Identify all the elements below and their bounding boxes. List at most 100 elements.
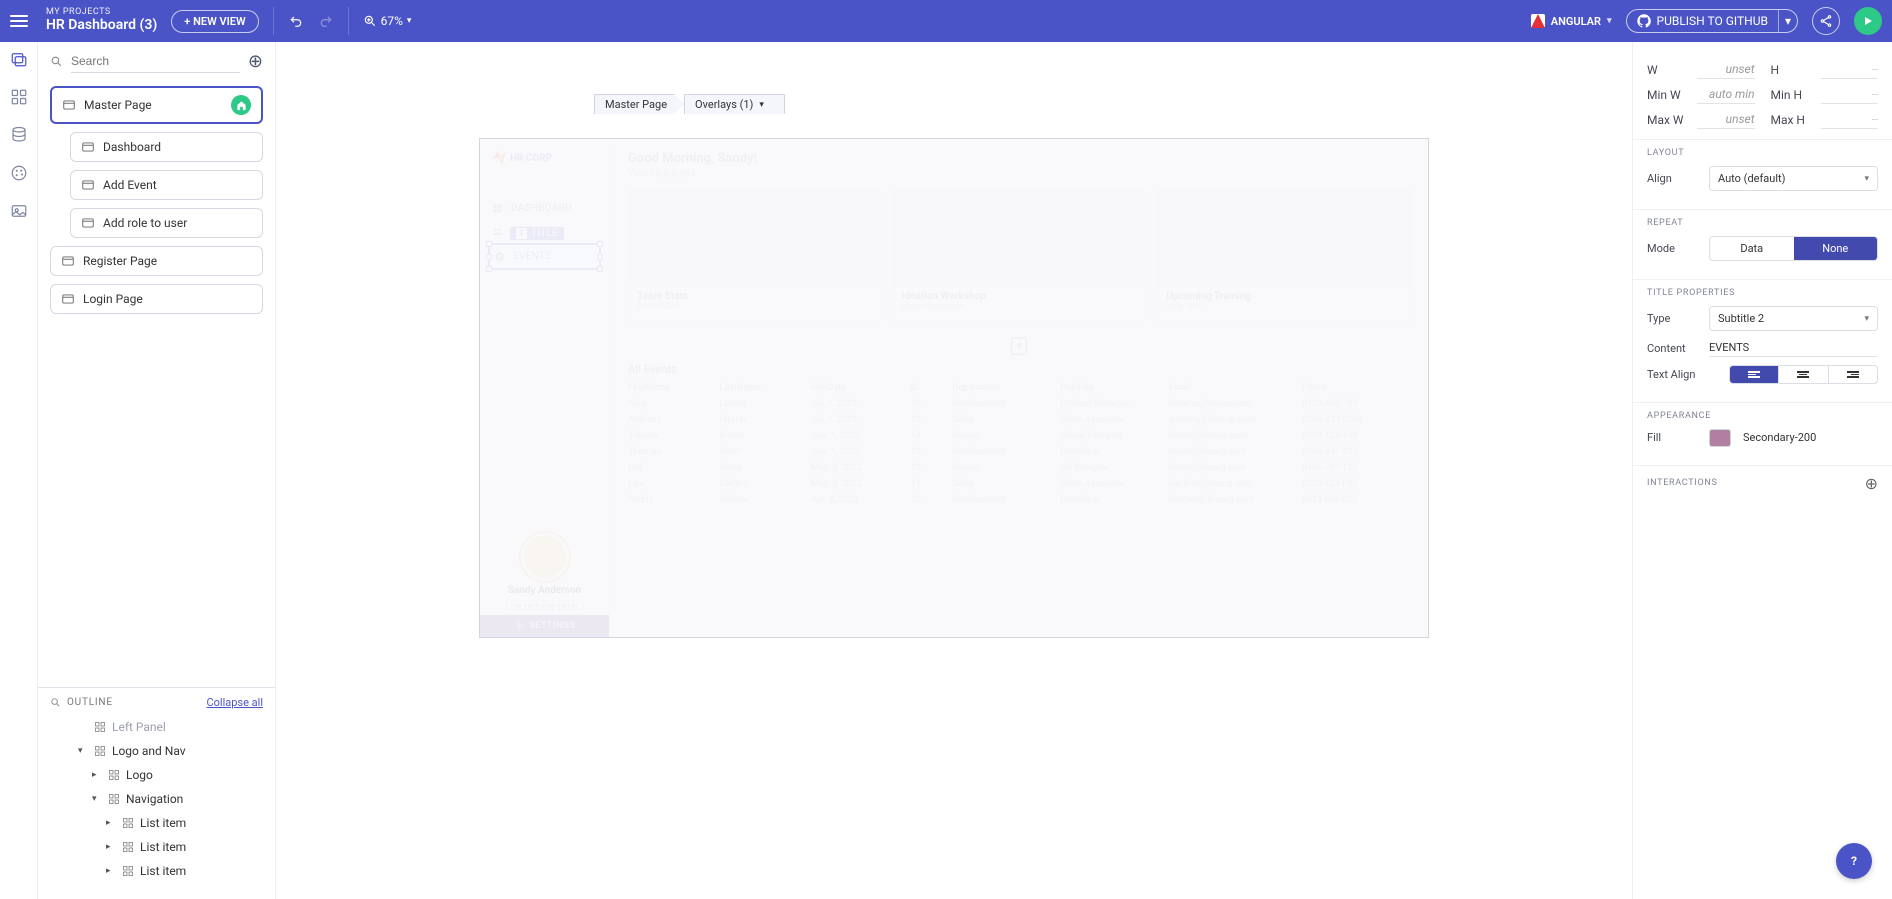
page-item[interactable]: Login Page xyxy=(50,284,263,314)
outline-label: List item xyxy=(140,816,186,830)
resize-handle[interactable] xyxy=(486,266,492,272)
align-value: Auto (default) xyxy=(1718,172,1785,185)
project-title[interactable]: HR Dashboard (3) xyxy=(46,18,157,33)
resize-handle[interactable] xyxy=(597,254,603,260)
outline-collapse-all[interactable]: Collapse all xyxy=(206,696,263,709)
page-item[interactable]: Register Page xyxy=(50,246,263,276)
chevron-down-icon: ▾ xyxy=(1864,314,1869,324)
hamburger-menu-icon[interactable] xyxy=(10,15,28,27)
table-cell: Jun. 1, 2022 xyxy=(811,447,911,457)
breadcrumb-parent[interactable]: MY PROJECTS xyxy=(46,8,157,18)
publish-split-chevron[interactable]: ▾ xyxy=(1778,10,1797,32)
align-center-button[interactable] xyxy=(1778,366,1827,383)
card-subtitle: 2010-2022 xyxy=(637,302,872,312)
align-select[interactable]: Auto (default) ▾ xyxy=(1709,166,1878,191)
type-select[interactable]: Subtitle 2 ▾ xyxy=(1709,306,1878,331)
publish-main[interactable]: PUBLISH TO GITHUB xyxy=(1627,10,1778,32)
outline-row[interactable]: Left Panel xyxy=(50,715,263,739)
app-nav-item: DASHBOARD xyxy=(488,197,601,220)
add-interaction-icon[interactable]: ⊕ xyxy=(1865,474,1878,493)
outline-row[interactable]: ▸List item xyxy=(50,835,263,859)
repeat-seg-none[interactable]: None xyxy=(1794,237,1878,260)
caret-icon: ▸ xyxy=(106,818,116,828)
repeat-seg-data[interactable]: Data xyxy=(1710,237,1794,260)
rail-assets-icon[interactable] xyxy=(10,202,28,220)
outline-title: OUTLINE xyxy=(67,697,113,708)
table-col: Phone xyxy=(1302,383,1410,393)
table-cell: May. 3, 2022 xyxy=(811,479,911,489)
minw-input[interactable]: auto min xyxy=(1697,85,1755,104)
align-left-button[interactable] xyxy=(1730,366,1778,383)
help-fab[interactable]: ? xyxy=(1836,843,1872,879)
page-label: Register Page xyxy=(83,254,157,268)
resize-handle[interactable] xyxy=(486,241,492,247)
resize-handle[interactable] xyxy=(486,254,492,260)
redo-icon[interactable] xyxy=(318,13,334,29)
preview-play-button[interactable] xyxy=(1854,7,1882,35)
page-item[interactable]: Add Event xyxy=(70,170,263,200)
align-right-button[interactable] xyxy=(1828,366,1877,383)
align-left-icon xyxy=(1748,371,1760,378)
rail-layers-icon[interactable] xyxy=(10,50,28,68)
table-cell: 0123-456-789 xyxy=(1302,399,1410,409)
content-input[interactable]: EVENTS xyxy=(1709,339,1878,357)
type-value: Subtitle 2 xyxy=(1718,312,1764,325)
card-title: Ideation Workshop xyxy=(902,291,1137,302)
main-area: ⊕ Master Page Dashboard Add Event Add role … xyxy=(0,42,1892,899)
card-title: Upcoming Training xyxy=(1166,291,1401,302)
zoom-control[interactable]: 67% ▾ xyxy=(363,14,412,28)
minh-label: Min H xyxy=(1771,88,1815,102)
minh-input[interactable]: -- xyxy=(1821,85,1879,104)
outline-label: List item xyxy=(140,840,186,854)
table-cell: 0456-789-123 xyxy=(1302,463,1410,473)
share-button[interactable] xyxy=(1812,7,1840,35)
table-cell: Thomas xyxy=(628,447,720,457)
artboard[interactable]: HR CORP DASHBOARDTEAMEVENTSTitle Sandy A… xyxy=(479,138,1429,638)
canvas-crumb-overlays[interactable]: Overlays (1) ▾ xyxy=(684,94,785,114)
table-col: ID xyxy=(911,383,953,393)
table-cell: Development xyxy=(952,447,1060,457)
table-col: HireDate xyxy=(811,383,911,393)
page-item[interactable]: Master Page xyxy=(50,86,263,124)
page-item[interactable]: Dashboard xyxy=(70,132,263,162)
canvas-crumb-master[interactable]: Master Page xyxy=(594,94,684,114)
width-input[interactable]: unset xyxy=(1697,60,1755,79)
framework-select[interactable]: ANGULAR ▾ xyxy=(1531,14,1612,28)
undo-icon[interactable] xyxy=(288,13,304,29)
table-cell: 0813-666-025 xyxy=(1302,495,1410,505)
brand-mark-icon xyxy=(492,151,506,165)
app-brand: HR CORP xyxy=(488,147,601,179)
maxw-input[interactable]: unset xyxy=(1697,110,1755,129)
page-search-input[interactable] xyxy=(71,50,240,73)
canvas[interactable]: Master Page Overlays (1) ▾ HR CORP DASHB… xyxy=(276,42,1632,899)
card-image xyxy=(629,190,880,285)
outline-row[interactable]: ▾Logo and Nav xyxy=(50,739,263,763)
table-cell: 16 xyxy=(911,399,953,409)
rail-theme-icon[interactable] xyxy=(10,164,28,182)
resize-handle[interactable] xyxy=(597,241,603,247)
repeat-section: REPEAT Mode DataNone xyxy=(1633,209,1892,279)
rail-data-icon[interactable] xyxy=(10,126,28,144)
chevron-down-icon: ▾ xyxy=(1864,174,1869,184)
table-cell: Jul. 1, 2022 xyxy=(811,399,911,409)
add-page-icon[interactable]: ⊕ xyxy=(248,51,263,72)
outline-row[interactable]: ▸List item xyxy=(50,859,263,883)
resize-handle[interactable] xyxy=(597,266,603,272)
greeting-sub: Your Highlights xyxy=(628,168,1410,179)
fill-value[interactable]: Secondary-200 xyxy=(1743,431,1878,444)
fill-swatch[interactable] xyxy=(1709,429,1731,447)
outline-row[interactable]: ▾Navigation xyxy=(50,787,263,811)
table-cell: Nevis xyxy=(720,463,812,473)
page-item[interactable]: Add role to user xyxy=(70,208,263,238)
breadcrumb: MY PROJECTS HR Dashboard (3) xyxy=(46,8,157,33)
table-cell: 15 xyxy=(911,415,953,425)
new-view-button[interactable]: + NEW VIEW xyxy=(171,10,258,33)
rail-components-icon[interactable] xyxy=(10,88,28,106)
outline-row[interactable]: ▸ List item xyxy=(50,811,263,835)
home-badge-icon xyxy=(231,95,251,115)
nav-icon xyxy=(492,203,503,214)
outline-row[interactable]: ▸Logo xyxy=(50,763,263,787)
height-input[interactable]: -- xyxy=(1821,60,1879,79)
maxh-input[interactable]: -- xyxy=(1821,110,1879,129)
table-header: FirstNameLastNameHireDateIDDepartmentPos… xyxy=(628,380,1410,396)
